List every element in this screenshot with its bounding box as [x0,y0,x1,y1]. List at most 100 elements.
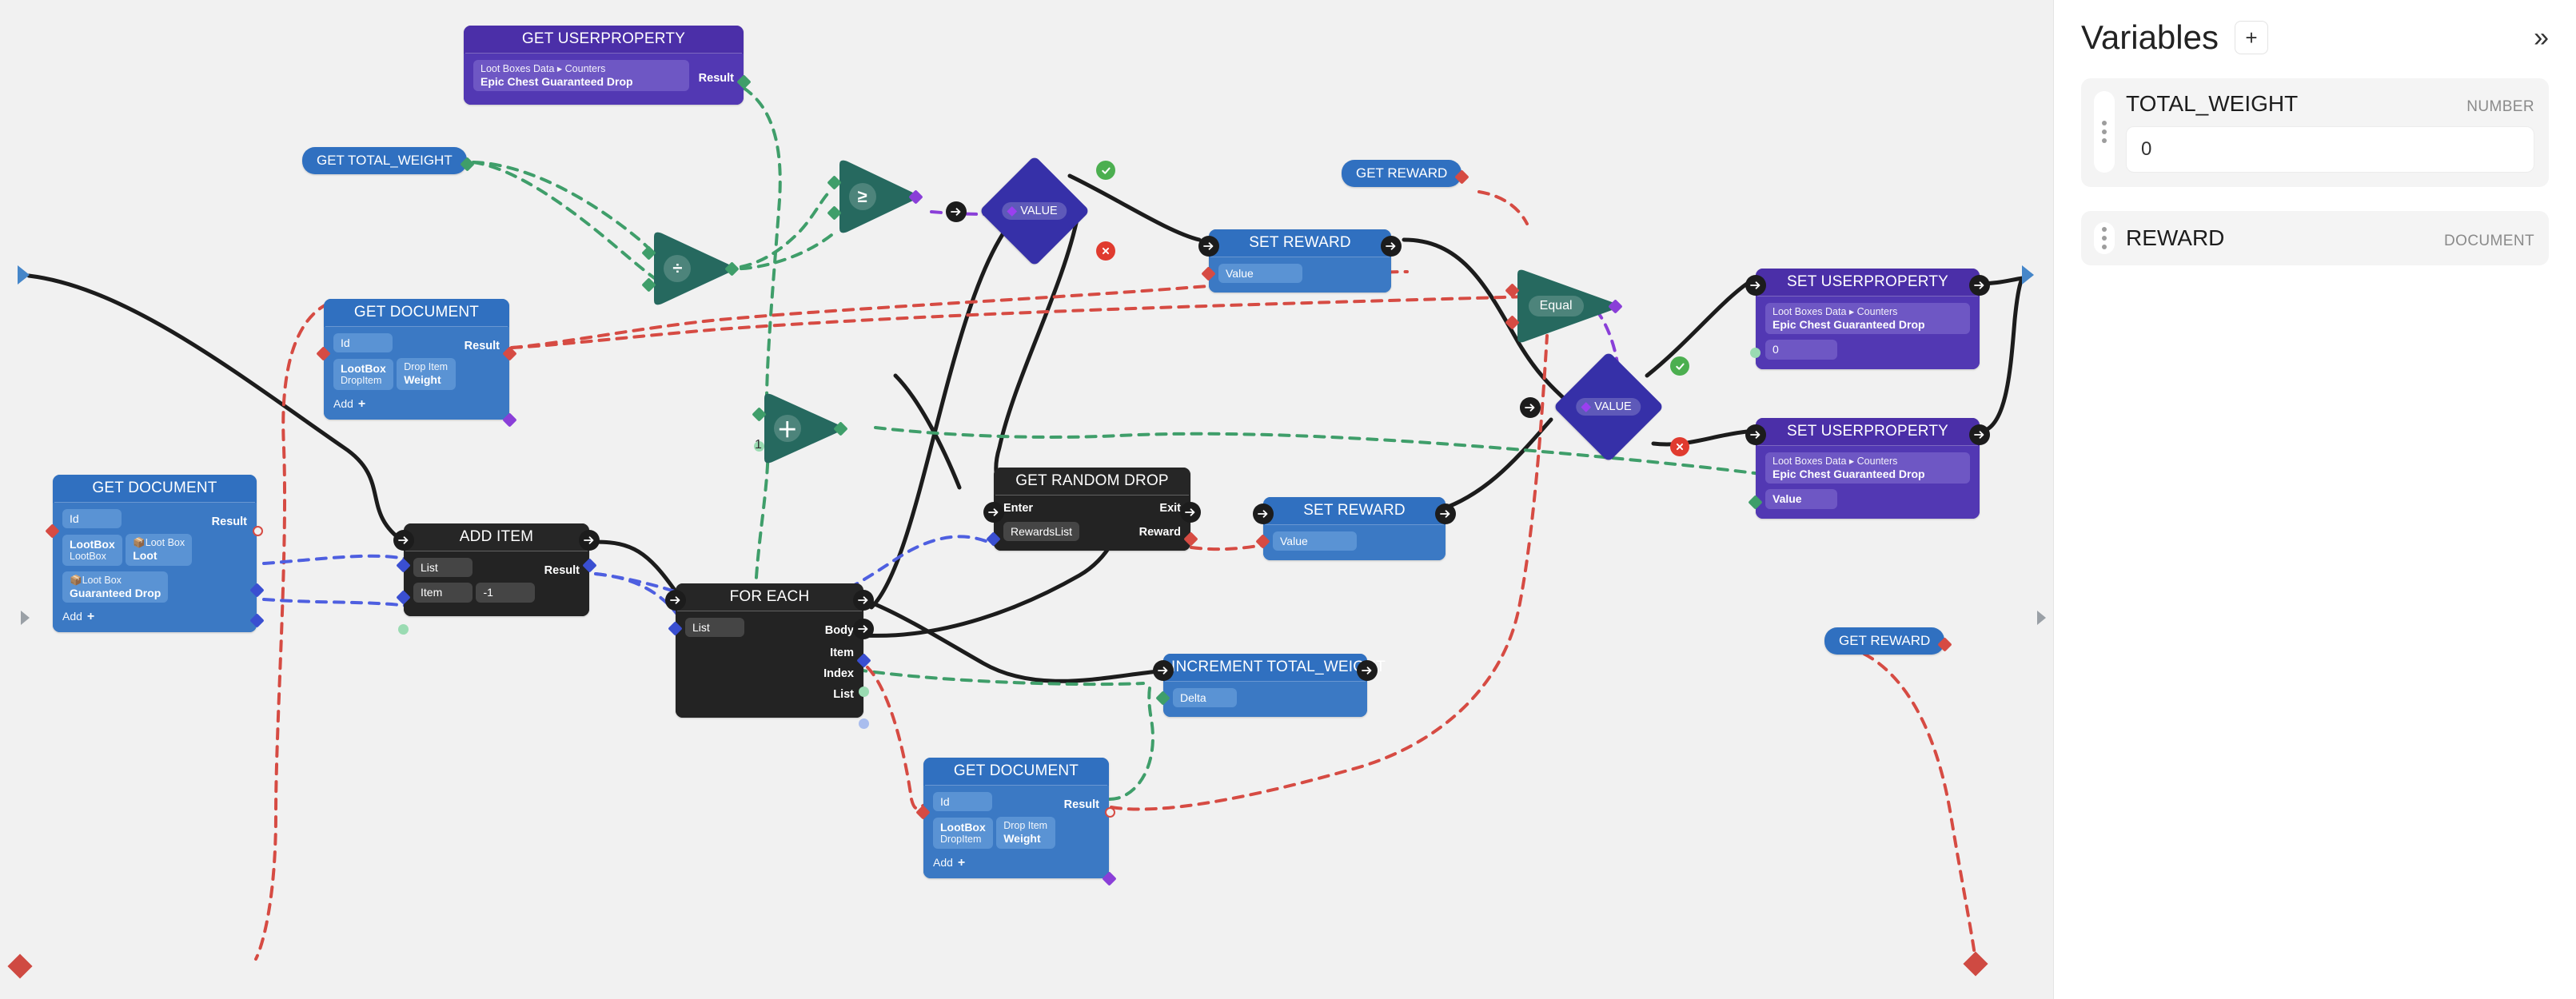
exec-out-icon[interactable] [1969,424,1990,445]
add-field-button[interactable]: Add + [333,396,500,412]
value-diamond-icon [1581,401,1592,412]
exec-exit-icon[interactable] [1180,502,1201,523]
node-op-equal[interactable]: Equal [1505,268,1623,344]
branch-false-icon[interactable] [1670,437,1689,456]
node-get-reward-top[interactable]: GET REWARD [1342,160,1469,187]
field-chip[interactable]: Loot Boxes Data ▸ Counters Epic Chest Gu… [1765,302,1970,335]
variables-panel: Variables + » TOTAL_WEIGHT NUMBER 0 REWA… [2053,0,2576,999]
input-rewardslist[interactable]: RewardsList [1003,521,1080,542]
node-get-reward-bottom[interactable]: GET REWARD [1824,627,1952,655]
triangle-shape [654,232,734,305]
op-add-constant: 1 [755,438,762,452]
input-index[interactable]: -1 [476,583,536,603]
input-delta[interactable]: Delta [1173,687,1237,708]
field-chip-weight[interactable]: Drop Item Weight [397,358,457,390]
node-set-reward-mid[interactable]: SET REWARD Value [1253,497,1456,561]
exec-in-icon[interactable] [393,530,414,551]
variable-card-total-weight[interactable]: TOTAL_WEIGHT NUMBER 0 [2081,78,2549,187]
panel-title: Variables [2081,18,2219,56]
pill-label: GET REWARD [1356,165,1448,181]
node-set-userproperty-bottom[interactable]: SET USERPROPERTY Loot Boxes Data ▸ Count… [1745,418,1990,519]
node-branch-value-right[interactable]: VALUE [1520,351,1689,463]
node-op-add[interactable]: ＋ [752,392,848,465]
exec-in-icon[interactable] [1745,275,1766,296]
node-get-document-bottom[interactable]: GET DOCUMENT Id Result LootBox DropItem … [915,758,1117,886]
node-get-userproperty[interactable]: GET USERPROPERTY Loot Boxes Data ▸ Count… [464,26,752,105]
variable-value-input[interactable]: 0 [2126,126,2534,173]
add-field-button[interactable]: Add + [933,854,1099,870]
exec-out-icon[interactable] [579,530,600,551]
node-set-reward-top[interactable]: SET REWARD Value [1198,229,1402,293]
exec-out-icon[interactable] [1969,275,1990,296]
field-chip-lootbox[interactable]: LootBox DropItem [333,358,393,390]
add-variable-button[interactable]: + [2234,21,2268,54]
chip-title: Loot [133,549,158,563]
field-chip-loot[interactable]: 📦Loot Box Loot [126,534,193,566]
exec-enter-icon[interactable] [983,502,1004,523]
node-op-divide[interactable]: ÷ [641,230,740,307]
field-chip[interactable]: Loot Boxes Data ▸ Counters Epic Chest Gu… [473,59,689,92]
add-field-button[interactable]: Add + [62,608,247,624]
exec-out-icon[interactable] [1357,660,1378,681]
output-label: Result [464,339,500,352]
drag-handle-icon[interactable] [2094,91,2115,173]
collapse-panel-icon[interactable]: » [2534,24,2549,51]
node-op-greater-or-equal[interactable]: ≥ [827,158,923,235]
input-list[interactable]: List [685,617,744,638]
exec-in-icon[interactable] [665,590,686,611]
branch-true-icon[interactable] [1670,356,1689,376]
input-value[interactable]: Value [1273,531,1357,551]
input-id[interactable]: Id [62,508,122,529]
exec-body-icon[interactable] [853,619,874,639]
field-path: Loot Boxes Data ▸ Counters [1772,455,1898,467]
node-increment-total-weight[interactable]: INCREMENT TOTAL_WEIGHT Delta [1153,654,1386,718]
exec-in-icon[interactable] [946,201,967,222]
port-value-in[interactable] [1750,348,1761,358]
input-id[interactable]: Id [933,791,992,812]
port-result-out[interactable] [253,526,263,536]
node-add-item[interactable]: ADD ITEM List Result Item -1 [393,523,600,635]
exec-out-icon[interactable] [1435,503,1456,524]
node-for-each[interactable]: FOR EACH List Body Item Index List [665,583,874,729]
port-result-out[interactable] [1105,807,1115,818]
branch-false-icon[interactable] [1096,241,1115,261]
node-title: SET USERPROPERTY [1756,269,1980,296]
exec-out-icon[interactable] [1381,236,1402,257]
node-get-document-upper[interactable]: GET DOCUMENT Id Result LootBox DropItem … [316,299,517,428]
exec-in-icon[interactable] [1198,236,1219,257]
port-index-in[interactable] [398,624,409,635]
field-chip-guaranteed-drop[interactable]: 📦Loot Box Guaranteed Drop [62,571,169,603]
input-list[interactable]: List [413,557,473,578]
node-get-random-drop[interactable]: GET RANDOM DROP Enter Exit RewardsList R… [983,468,1201,551]
variable-body: REWARD DOCUMENT [2126,225,2534,251]
exec-in-icon[interactable] [1153,660,1174,681]
graph-canvas[interactable]: GET USERPROPERTY Loot Boxes Data ▸ Count… [0,0,2053,999]
exec-in-icon[interactable] [1520,397,1541,418]
port-list-out[interactable] [859,718,869,729]
node-title: FOR EACH [676,583,863,611]
drag-handle-icon[interactable] [2094,222,2115,254]
input-value[interactable]: 0 [1765,340,1837,360]
node-get-total-weight[interactable]: GET TOTAL_WEIGHT [302,147,475,174]
plus-icon: + [2245,25,2258,50]
field-chip[interactable]: Loot Boxes Data ▸ Counters Epic Chest Gu… [1765,452,1970,484]
node-set-userproperty-top[interactable]: SET USERPROPERTY Loot Boxes Data ▸ Count… [1745,269,1990,369]
branch-label-wrap: VALUE [1576,398,1641,416]
exec-out-icon[interactable] [853,590,874,611]
branch-true-icon[interactable] [1096,161,1115,180]
exec-in-icon[interactable] [1745,424,1766,445]
input-value[interactable]: Value [1218,263,1302,284]
exec-in-icon[interactable] [1253,503,1274,524]
input-item[interactable]: Item [413,583,473,603]
port-index-out[interactable] [859,687,869,697]
branch-label-wrap: VALUE [1002,202,1067,220]
variable-card-reward[interactable]: REWARD DOCUMENT [2081,211,2549,265]
field-chip-weight[interactable]: Drop Item Weight [996,817,1056,849]
node-branch-value-left[interactable]: VALUE [946,155,1115,267]
node-get-document-left[interactable]: GET DOCUMENT Id Result LootBox LootBox 📦… [45,475,265,633]
input-value[interactable]: Value [1765,489,1837,509]
field-chip-lootbox[interactable]: LootBox LootBox [62,534,122,566]
input-id[interactable]: Id [333,332,393,353]
output-label: Result [698,72,734,86]
field-chip-lootbox[interactable]: LootBox DropItem [933,817,993,849]
